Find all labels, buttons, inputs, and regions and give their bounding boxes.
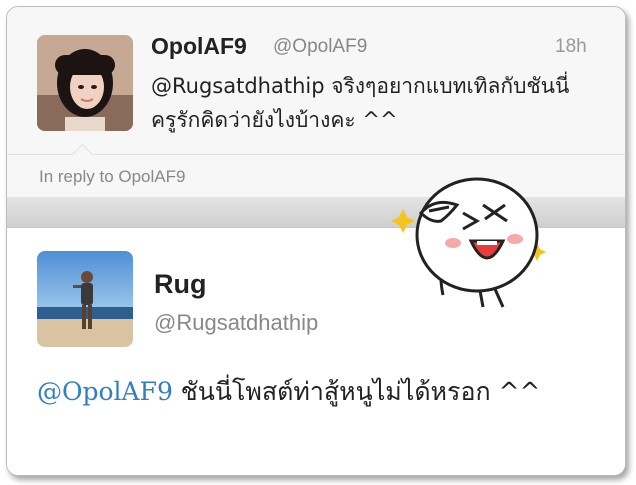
author-handle[interactable]: @OpolAF9 — [273, 36, 367, 58]
reply-notch — [71, 143, 94, 166]
avatar[interactable] — [37, 251, 133, 347]
screenshot-frame: OpolAF9 @OpolAF9 18h @Rugsatdhathip จริง… — [6, 6, 626, 476]
author-handle[interactable]: @Rugsatdhathip — [154, 310, 318, 336]
tweet-text: @OpolAF9 ชันนี่โพสต์ท่าสู้หนูไม่ได้หรอก … — [37, 371, 597, 413]
winking-sticker-icon — [391, 177, 546, 308]
divider — [7, 154, 625, 155]
tweet-body: ชันนี่โพสต์ท่าสู้หนูไม่ได้หรอก ^^ — [172, 377, 541, 406]
in-reply-to-link[interactable]: In reply to OpolAF9 — [39, 167, 185, 187]
mention-link[interactable]: @OpolAF9 — [37, 377, 173, 406]
avatar[interactable] — [37, 35, 133, 131]
tweet-text: @Rugsatdhathip จริงๆอยากแบทเทิลกับชันนี่… — [151, 74, 570, 132]
author-name[interactable]: Rug — [154, 269, 206, 300]
author-name[interactable]: OpolAF9 — [151, 33, 247, 60]
tweet-timestamp: 18h — [555, 36, 587, 57]
